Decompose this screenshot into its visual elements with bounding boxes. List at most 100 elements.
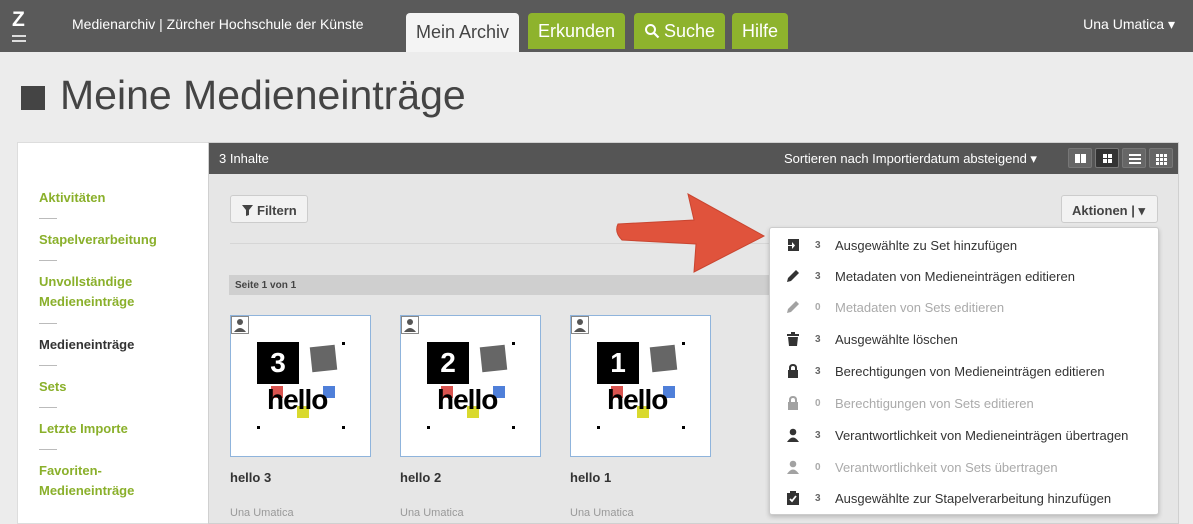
hello-text: hello [437,384,498,415]
item-count: 3 Inhalte [219,151,269,166]
filter-label: Filtern [257,203,297,218]
media-entry-thumbnail[interactable]: 3 hello [230,315,371,457]
tab-hilfe[interactable]: Hilfe [732,13,789,49]
sidebar-item-letzte-importe[interactable]: Letzte Importe [39,419,128,439]
brand-title[interactable]: Medienarchiv | Zürcher Hochschule der Kü… [72,16,364,32]
menu-item-count: 0 [815,398,821,409]
menu-item-count: 3 [815,430,821,441]
layout-list-icon[interactable] [1122,148,1146,168]
menu-item-delete[interactable]: 3 Ausgewählte löschen [770,324,1158,354]
entry-number: 3 [257,342,299,384]
sidebar-divider [39,365,57,366]
actions-label: Aktionen | ▾ [1072,203,1145,218]
user-icon [787,428,799,442]
menu-item-label: Verantwortlichkeit von Medieneinträgen ü… [835,428,1129,443]
entry-number: 2 [427,342,469,384]
layout-grid-icon[interactable] [1095,148,1119,168]
sidebar-item-label: Unvollständige [39,274,133,289]
sidebar-item-label: Medieneinträge [39,483,135,498]
zhdk-logo[interactable]: Z [10,8,28,44]
menu-item-count: 0 [815,462,821,473]
sidebar-divider [39,218,57,219]
dot [427,426,430,429]
entry-title[interactable]: hello 2 [400,470,441,485]
menu-item-label: Berechtigungen von Sets editieren [835,396,1034,411]
gray-square [649,344,678,373]
filter-button[interactable]: Filtern [230,195,308,223]
menu-item-transfer-media-responsibility[interactable]: 3 Verantwortlichkeit von Medieneinträgen… [770,420,1158,450]
menu-item-add-to-batch[interactable]: 3 Ausgewählte zur Stapelverarbeitung hin… [770,483,1158,513]
sort-dropdown[interactable]: Sortieren nach Importierdatum absteigend… [784,151,1037,167]
sidebar-item-unvollstaendige[interactable]: Unvollständige Medieneinträge [39,272,134,312]
menu-item-label: Berechtigungen von Medieneinträgen editi… [835,364,1105,379]
set-add-icon [786,239,799,251]
pencil-icon [787,270,799,282]
sidebar-divider [39,260,57,261]
entry-title[interactable]: hello 1 [570,470,611,485]
menu-item-label: Metadaten von Medieneinträgen editieren [835,269,1075,284]
tab-erkunden[interactable]: Erkunden [528,13,626,49]
lock-icon [788,364,798,378]
lock-icon [788,396,798,410]
media-entry-thumbnail[interactable]: 2 hello [400,315,541,457]
tab-mein-archiv[interactable]: Mein Archiv [406,13,520,52]
menu-item-media-permissions[interactable]: 3 Berechtigungen von Medieneinträgen edi… [770,356,1158,386]
gray-square [479,344,508,373]
search-icon [645,24,660,39]
menu-item-set-permissions[interactable]: 0 Berechtigungen von Sets editieren [770,388,1158,418]
sidebar-item-aktivitaeten[interactable]: Aktivitäten [39,188,105,208]
layout-small-grid-icon[interactable] [1149,148,1173,168]
sidebar-item-label: Favoriten- [39,463,102,478]
hello-text: hello [607,384,668,415]
dot [682,426,685,429]
entry-author: Una Umatica [570,507,634,519]
arrow-annotation [616,193,766,273]
user-menu[interactable]: Una Umatica ▾ [1083,16,1175,33]
menu-item-label: Ausgewählte löschen [835,332,958,347]
sidebar-item-label: Medieneinträge [39,294,135,309]
menu-item-label: Ausgewählte zur Stapelverarbeitung hinzu… [835,491,1112,506]
menu-item-count: 0 [815,302,821,313]
filter-icon [242,205,253,216]
logo-letter: Z [12,8,25,31]
sidebar: Aktivitäten Stapelverarbeitung Unvollstä… [17,142,208,524]
media-entry-thumbnail[interactable]: 1 hello [570,315,711,457]
sidebar-item-medieneintraege[interactable]: Medieneinträge [39,335,134,355]
page-title: Meine Medieneinträge [60,72,466,118]
menu-item-transfer-set-responsibility[interactable]: 0 Verantwortlichkeit von Sets übertragen [770,452,1158,482]
menu-item-count: 3 [815,334,821,345]
dot [597,426,600,429]
pencil-icon [787,301,799,313]
menu-item-label: Metadaten von Sets editieren [835,300,1005,315]
menu-item-edit-set-metadata[interactable]: 0 Metadaten von Sets editieren [770,292,1158,322]
actions-dropdown-menu: 3 Ausgewählte zu Set hinzufügen 3 Metada… [769,227,1159,515]
menu-item-count: 3 [815,240,821,251]
menu-item-label: Verantwortlichkeit von Sets übertragen [835,460,1058,475]
sidebar-item-stapelverarbeitung[interactable]: Stapelverarbeitung [39,230,157,250]
dot [512,342,515,345]
entry-title[interactable]: hello 3 [230,470,271,485]
menu-item-label: Ausgewählte zu Set hinzufügen [835,238,1018,253]
menu-item-count: 3 [815,493,821,504]
sidebar-item-favoriten[interactable]: Favoriten- Medieneinträge [39,461,134,501]
menu-item-add-to-set[interactable]: 3 Ausgewählte zu Set hinzufügen [770,230,1158,260]
user-icon [571,316,589,334]
actions-button[interactable]: Aktionen | ▾ [1061,195,1158,223]
tab-suche[interactable]: Suche [634,13,726,49]
clipboard-check-icon [787,491,799,505]
entry-author: Una Umatica [400,507,464,519]
dot [682,342,685,345]
page-indicator: Seite 1 von 1 [235,280,297,291]
menu-item-edit-media-metadata[interactable]: 3 Metadaten von Medieneinträgen editiere… [770,261,1158,291]
menu-item-count: 3 [815,271,821,282]
dot [257,426,260,429]
layout-tiles-icon[interactable] [1068,148,1092,168]
dot [512,426,515,429]
entry-author: Una Umatica [230,507,294,519]
content-header: 3 Inhalte Sortieren nach Importierdatum … [209,143,1178,174]
sidebar-item-sets[interactable]: Sets [39,377,66,397]
layout-switcher [1068,148,1173,168]
dot [342,342,345,345]
title-square-icon [21,86,45,110]
user-icon [231,316,249,334]
